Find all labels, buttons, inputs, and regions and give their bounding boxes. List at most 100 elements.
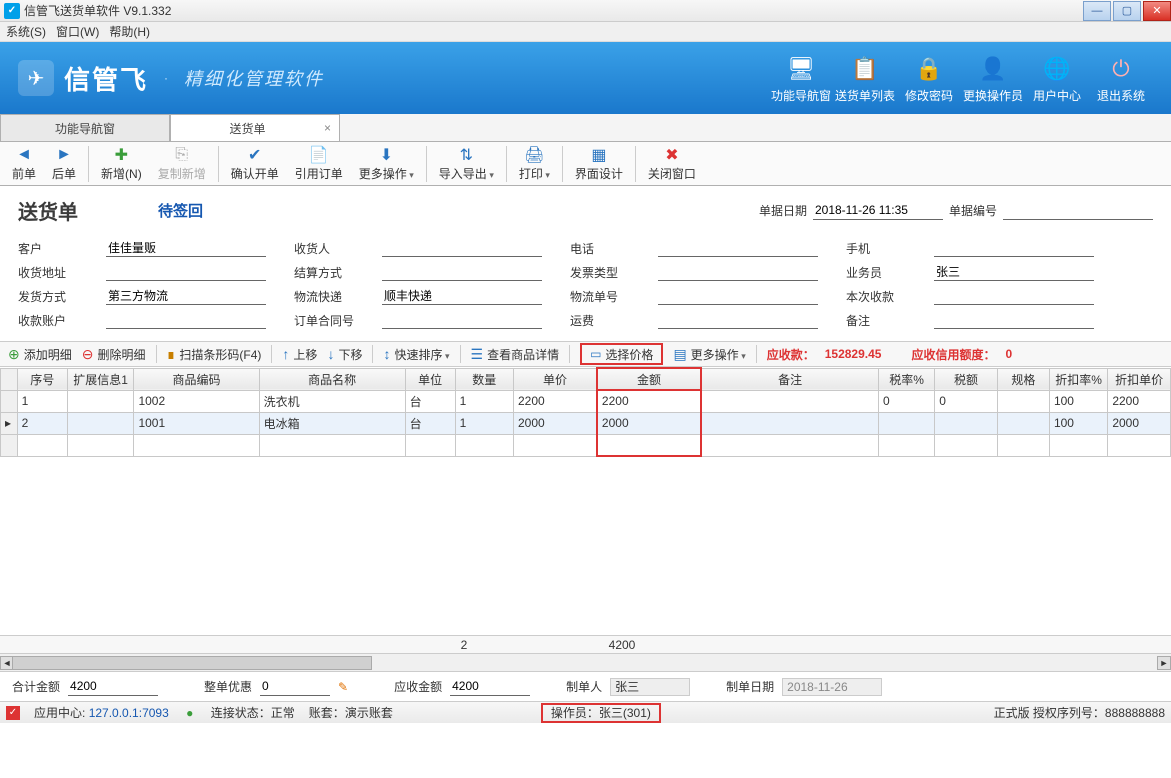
scroll-thumb[interactable] — [12, 656, 372, 670]
data-grid[interactable]: 序号 扩展信息1 商品编码 商品名称 单位 数量 单价 金额 备注 税率% 税额… — [0, 367, 1171, 635]
settle-label: 结算方式 — [294, 264, 354, 281]
make-date-label: 制单日期 — [726, 678, 774, 695]
phone-input[interactable] — [658, 239, 818, 257]
col-seq[interactable]: 序号 — [17, 368, 67, 390]
close-button[interactable]: ✕ — [1143, 1, 1171, 21]
tab-close-icon[interactable]: × — [324, 121, 331, 135]
add-detail-button[interactable]: ⊕添加明细 — [8, 346, 72, 363]
banner-nav-button[interactable]: 🖥功能导航窗 — [769, 53, 833, 104]
receiver-input[interactable] — [382, 239, 542, 257]
quick-sort-button[interactable]: ↕快速排序 — [383, 346, 449, 363]
scroll-right-icon[interactable]: ► — [1157, 656, 1171, 670]
pay-label: 本次收款 — [846, 288, 906, 305]
barcode-icon: ∎ — [167, 346, 176, 363]
remark-input[interactable] — [934, 311, 1094, 329]
more-detail-ops-button[interactable]: ▤更多操作 — [673, 346, 745, 363]
close-window-button[interactable]: ✖关闭窗口 — [640, 144, 704, 184]
total-amount-input[interactable] — [68, 678, 158, 696]
col-price[interactable]: 单价 — [514, 368, 597, 390]
col-amt[interactable]: 金额 — [597, 368, 701, 390]
banner-password-button[interactable]: 🔒修改密码 — [897, 53, 961, 104]
document-header: 送货单 待签回 单据日期 单据编号 客户 收货人 电话 手机 收货地址 结算方式… — [0, 186, 1171, 335]
col-spec[interactable]: 规格 — [997, 368, 1049, 390]
print-button[interactable]: 🖨打印 — [511, 144, 558, 184]
total-amt: 4200 — [572, 638, 672, 652]
move-up-button[interactable]: ↑上移 — [282, 346, 317, 363]
scan-barcode-button[interactable]: ∎扫描条形码(F4) — [167, 346, 262, 363]
banner-user-center-button[interactable]: 🌐用户中心 — [1025, 53, 1089, 104]
col-discp[interactable]: 折扣单价 — [1108, 368, 1171, 390]
footer-form: 合计金额 整单优惠 ✎ 应收金额 制单人 张三 制单日期 2018-11-26 — [0, 671, 1171, 701]
sales-input[interactable] — [934, 263, 1094, 281]
maximize-button[interactable]: ▢ — [1113, 1, 1141, 21]
contract-input[interactable] — [382, 311, 542, 329]
import-export-button[interactable]: ⇅导入导出 — [431, 144, 502, 184]
receivable-label: 应收金额 — [394, 678, 442, 695]
tab-nav[interactable]: 功能导航窗 — [0, 114, 170, 141]
doc-date-input[interactable] — [813, 202, 943, 220]
table-row-empty — [1, 434, 1171, 456]
col-code[interactable]: 商品编码 — [134, 368, 259, 390]
title-bar: ✓ 信管飞送货单软件 V9.1.332 — ▢ ✕ — [0, 0, 1171, 22]
view-product-detail-button[interactable]: ☰查看商品详情 — [471, 346, 560, 363]
move-down-button[interactable]: ↓下移 — [327, 346, 362, 363]
phone-label: 电话 — [570, 240, 630, 257]
table-row[interactable]: ▸ 2 1001 电冰箱 台 1 2000 2000 100 2000 — [1, 412, 1171, 434]
check-icon: ✔ — [248, 145, 261, 165]
menu-window[interactable]: 窗口(W) — [56, 23, 99, 40]
doc-no-label: 单据编号 — [949, 202, 997, 219]
total-amount-label: 合计金额 — [12, 678, 60, 695]
col-qty[interactable]: 数量 — [455, 368, 513, 390]
delete-detail-button[interactable]: ⊖删除明细 — [82, 346, 146, 363]
prev-doc-button[interactable]: ◄前单 — [4, 144, 44, 184]
menu-help[interactable]: 帮助(H) — [109, 23, 150, 40]
quote-order-button[interactable]: 📄引用订单 — [287, 144, 351, 184]
menu-system[interactable]: 系统(S) — [6, 23, 46, 40]
document-icon: 📄 — [309, 145, 329, 165]
book-value: 演示账套 — [345, 706, 393, 720]
courier-input[interactable] — [382, 287, 542, 305]
banner-exit-button[interactable]: ⏻退出系统 — [1089, 53, 1153, 104]
lock-icon: 🔒 — [913, 53, 945, 85]
col-remark[interactable]: 备注 — [701, 368, 878, 390]
next-doc-button[interactable]: ►后单 — [44, 144, 84, 184]
design-button[interactable]: ▦界面设计 — [567, 144, 631, 184]
horizontal-scrollbar[interactable]: ◄ ► — [0, 653, 1171, 671]
tab-delivery[interactable]: 送货单× — [170, 114, 340, 141]
app-center-label: 应用中心: — [34, 706, 85, 720]
minimize-button[interactable]: — — [1083, 1, 1111, 21]
mobile-input[interactable] — [934, 239, 1094, 257]
acct-input[interactable] — [106, 311, 266, 329]
new-button[interactable]: ✚新增(N) — [93, 144, 150, 184]
doc-no-input[interactable] — [1003, 202, 1153, 220]
col-discr[interactable]: 折扣率% — [1049, 368, 1107, 390]
operator-value: 张三(301) — [599, 704, 651, 721]
addr-input[interactable] — [106, 263, 266, 281]
edit-discount-icon[interactable]: ✎ — [338, 680, 348, 694]
app-center-link[interactable]: 127.0.0.1:7093 — [89, 706, 169, 720]
more-ops-button[interactable]: ⬇更多操作 — [351, 144, 422, 184]
sales-label: 业务员 — [846, 264, 906, 281]
ship-input[interactable] — [106, 287, 266, 305]
col-tax[interactable]: 税额 — [935, 368, 998, 390]
invoice-input[interactable] — [658, 263, 818, 281]
col-ext[interactable]: 扩展信息1 — [67, 368, 134, 390]
status-bar: ✓ 应用中心: 127.0.0.1:7093 ● 连接状态：正常 账套：演示账套… — [0, 701, 1171, 723]
select-price-button[interactable]: ▭选择价格 — [580, 343, 663, 365]
confirm-button[interactable]: ✔确认开单 — [223, 144, 287, 184]
discount-input[interactable] — [260, 678, 330, 696]
receivable-input[interactable] — [450, 678, 530, 696]
col-taxr[interactable]: 税率% — [878, 368, 934, 390]
trackno-input[interactable] — [658, 287, 818, 305]
pay-input[interactable] — [934, 287, 1094, 305]
col-unit[interactable]: 单位 — [405, 368, 455, 390]
user-swap-icon: 👤 — [977, 53, 1009, 85]
col-name[interactable]: 商品名称 — [259, 368, 405, 390]
table-row[interactable]: 1 1002 洗衣机 台 1 2200 2200 0 0 100 2200 — [1, 390, 1171, 412]
customer-input[interactable] — [106, 239, 266, 257]
banner-list-button[interactable]: 📋送货单列表 — [833, 53, 897, 104]
banner-operator-button[interactable]: 👤更换操作员 — [961, 53, 1025, 104]
settle-input[interactable] — [382, 263, 542, 281]
freight-input[interactable] — [658, 311, 818, 329]
copy-new-button[interactable]: ⎘复制新增 — [150, 144, 214, 184]
